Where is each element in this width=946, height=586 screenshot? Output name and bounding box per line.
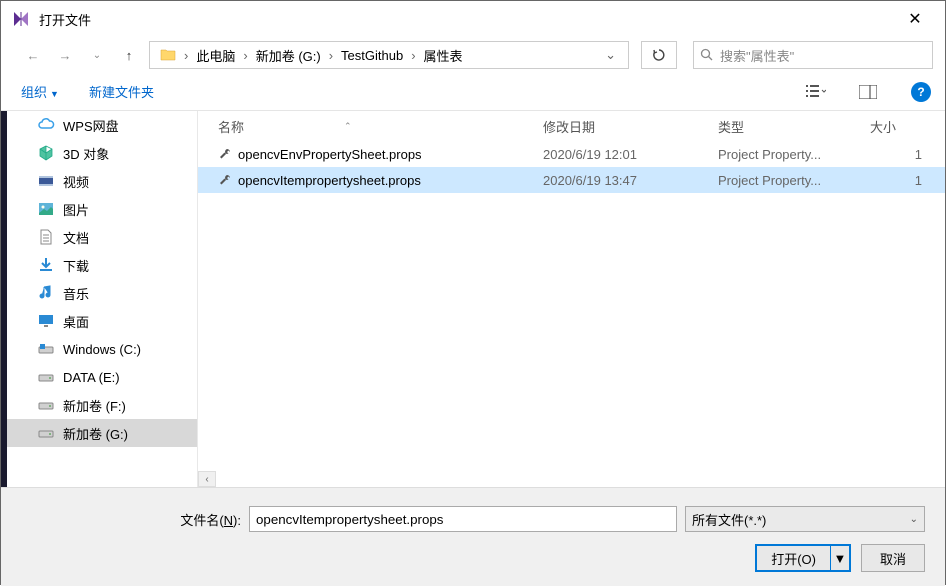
drive-icon: [37, 396, 55, 414]
column-size[interactable]: 大小: [866, 117, 926, 136]
help-button[interactable]: ?: [911, 82, 931, 102]
picture-icon: [37, 200, 55, 218]
tree-item[interactable]: Windows (C:): [7, 335, 197, 363]
breadcrumb-item[interactable]: 此电脑: [190, 42, 241, 68]
column-date[interactable]: 修改日期: [539, 117, 714, 136]
forward-button[interactable]: →: [53, 43, 77, 67]
open-button[interactable]: 打开(O) ▼: [755, 544, 851, 572]
new-folder-button[interactable]: 新建文件夹: [83, 78, 160, 105]
filetype-select[interactable]: 所有文件(*.*) ⌄: [685, 506, 925, 532]
tree-item[interactable]: 视频: [7, 167, 197, 195]
video-icon: [37, 172, 55, 190]
tree-item[interactable]: 3D 对象: [7, 139, 197, 167]
tree-item[interactable]: 桌面: [7, 307, 197, 335]
cancel-button[interactable]: 取消: [861, 544, 925, 572]
search-input[interactable]: 搜索"属性表": [693, 41, 933, 69]
tree-item[interactable]: 新加卷 (G:): [7, 419, 197, 447]
filename-label: 文件名(N):: [21, 510, 241, 529]
app-logo-icon: [11, 9, 31, 29]
scroll-left-button[interactable]: ‹: [198, 471, 216, 487]
tree-item-label: 视频: [63, 172, 89, 191]
file-row[interactable]: opencvItempropertysheet.props 2020/6/19 1…: [198, 167, 945, 193]
music-icon: [37, 284, 55, 302]
chevron-right-icon[interactable]: ›: [241, 48, 249, 63]
drive-icon: [37, 368, 55, 386]
chevron-right-icon[interactable]: ›: [409, 48, 417, 63]
view-options-button[interactable]: [805, 81, 827, 103]
open-dropdown[interactable]: ▼: [831, 551, 849, 566]
breadcrumb-item[interactable]: 属性表: [418, 42, 469, 68]
desktop-icon: [37, 312, 55, 330]
window-title: 打开文件: [39, 10, 895, 29]
tree-item[interactable]: 图片: [7, 195, 197, 223]
chevron-right-icon[interactable]: ›: [327, 48, 335, 63]
tree-item-label: 新加卷 (G:): [63, 424, 128, 443]
tree-item[interactable]: 文档: [7, 223, 197, 251]
column-headers[interactable]: 名称 ⌃ 修改日期 类型 大小: [198, 111, 945, 141]
drive-icon: [37, 424, 55, 442]
file-size: 1: [866, 173, 926, 188]
file-type: Project Property...: [714, 173, 866, 188]
cloud-icon: [37, 116, 55, 134]
file-row[interactable]: opencvEnvPropertySheet.props 2020/6/19 12…: [198, 141, 945, 167]
column-type[interactable]: 类型: [714, 117, 866, 136]
refresh-button[interactable]: [641, 41, 677, 69]
tree-item[interactable]: WPS网盘: [7, 111, 197, 139]
preview-pane-button[interactable]: [857, 81, 879, 103]
tree-item-label: 桌面: [63, 312, 89, 331]
search-icon: [700, 48, 714, 62]
close-button[interactable]: ✕: [895, 1, 935, 37]
tree-item-label: WPS网盘: [63, 116, 119, 135]
recent-dropdown[interactable]: ⌄: [85, 43, 109, 67]
file-date: 2020/6/19 12:01: [539, 147, 714, 162]
search-placeholder: 搜索"属性表": [720, 46, 794, 65]
tree-item-label: 音乐: [63, 284, 89, 303]
sort-indicator-icon: ⌃: [344, 121, 352, 132]
file-type: Project Property...: [714, 147, 866, 162]
tree-item-label: DATA (E:): [63, 370, 120, 385]
tree-item-label: 3D 对象: [63, 144, 109, 163]
chevron-down-icon: ▼: [50, 89, 59, 99]
breadcrumb-item[interactable]: 新加卷 (G:): [250, 42, 327, 68]
document-icon: [37, 228, 55, 246]
column-name[interactable]: 名称: [218, 117, 244, 136]
file-name: opencvItempropertysheet.props: [238, 173, 421, 188]
breadcrumb-dropdown[interactable]: ⌄: [597, 47, 624, 63]
organize-menu[interactable]: 组织▼: [15, 78, 65, 105]
chevron-down-icon: ⌄: [910, 514, 918, 525]
tree-item-label: 下载: [63, 256, 89, 275]
download-icon: [37, 256, 55, 274]
drive-win-icon: [37, 340, 55, 358]
wrench-icon: [218, 173, 232, 187]
back-button[interactable]: ←: [21, 43, 45, 67]
tree-item-label: 文档: [63, 228, 89, 247]
tree-item[interactable]: DATA (E:): [7, 363, 197, 391]
breadcrumb-item[interactable]: TestGithub: [335, 42, 409, 68]
file-size: 1: [866, 147, 926, 162]
chevron-right-icon[interactable]: ›: [182, 48, 190, 63]
file-name: opencvEnvPropertySheet.props: [238, 147, 422, 162]
tree-item-label: 新加卷 (F:): [63, 396, 126, 415]
file-date: 2020/6/19 13:47: [539, 173, 714, 188]
tree-item[interactable]: 下载: [7, 251, 197, 279]
tree-item[interactable]: 音乐: [7, 279, 197, 307]
tree-item-label: Windows (C:): [63, 342, 141, 357]
folder-icon: [160, 47, 176, 63]
up-button[interactable]: ↑: [117, 43, 141, 67]
tree-item[interactable]: 新加卷 (F:): [7, 391, 197, 419]
navigation-tree[interactable]: WPS网盘 3D 对象视频图片文档下载音乐桌面 Windows (C:) DATA (…: [7, 111, 197, 487]
filename-input[interactable]: [249, 506, 677, 532]
wrench-icon: [218, 147, 232, 161]
3d-icon: [37, 144, 55, 162]
breadcrumb[interactable]: › 此电脑 › 新加卷 (G:) › TestGithub › 属性表 ⌄: [149, 41, 629, 69]
tree-item-label: 图片: [63, 200, 89, 219]
